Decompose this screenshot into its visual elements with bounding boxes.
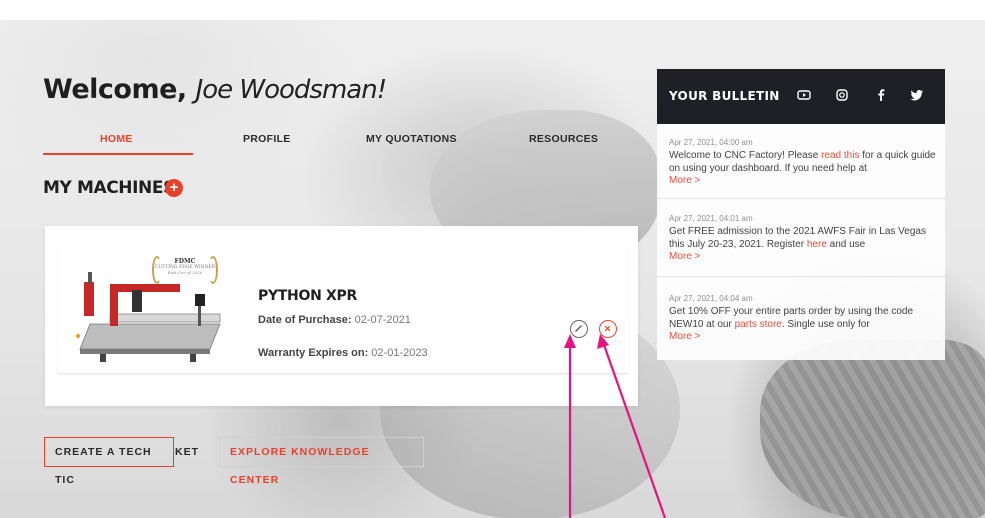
annotation-arrows [564,334,667,518]
arrow-to-edit-icon [564,334,576,518]
arrow-to-delete-icon [597,334,667,518]
